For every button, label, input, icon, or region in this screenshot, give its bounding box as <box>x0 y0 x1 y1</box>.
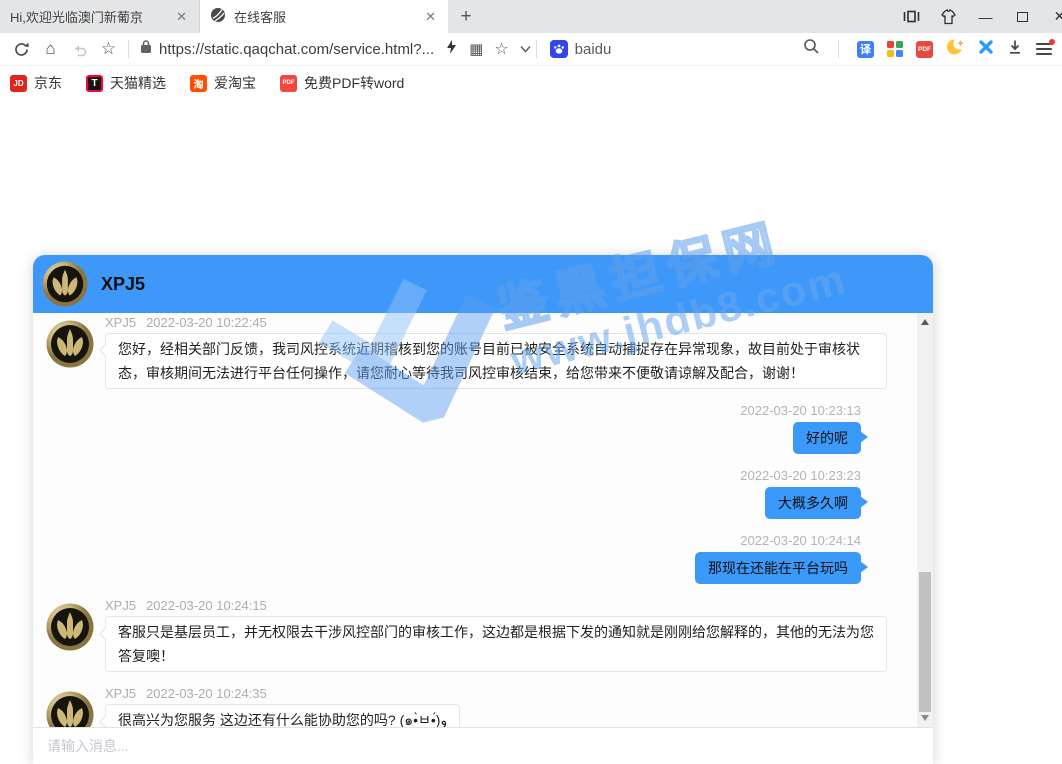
new-tab-button[interactable]: + <box>448 0 484 33</box>
grid-icon[interactable]: ▦ <box>469 40 483 58</box>
chat-input-area <box>33 727 933 764</box>
agent-avatar <box>42 261 88 307</box>
chat-messages: XPJ5 2022-03-20 10:22:45 您好，经相关部门反馈，我司风控… <box>33 313 933 727</box>
url-text[interactable]: https://static.qaqchat.com/service.html?… <box>159 41 434 58</box>
bookmark-item[interactable]: T 天猫精选 <box>86 73 166 93</box>
page-content: XPJ5 XPJ5 2022-03-20 10:22:45 您好，经相关部门反馈… <box>0 100 1062 764</box>
agent-avatar <box>46 603 94 651</box>
menu-icon[interactable] <box>1036 43 1052 55</box>
message-time: 2022-03-20 10:23:13 <box>33 403 861 418</box>
palette-icon[interactable] <box>887 41 903 57</box>
message-bubble: 很高兴为您服务 这边还有什么能协助您的吗? (๑•̀ㅂ•́)و <box>105 704 460 727</box>
search-icon[interactable] <box>803 38 820 60</box>
message-time: 2022-03-20 10:24:35 <box>146 686 267 701</box>
scroll-up-icon[interactable] <box>921 319 929 325</box>
bookmarks-list: JD 京东 T 天猫精选 淘 爱淘宝 PDF 免费PDF转word <box>10 73 404 93</box>
side-panel-icon[interactable] <box>893 0 930 33</box>
globe-favicon-icon <box>210 7 226 26</box>
bookmarks-bar: JD 京东 T 天猫精选 淘 爱淘宝 PDF 免费PDF转word <box>0 66 1062 100</box>
message-bubble: 您好，经相关部门反馈，我司风控系统近期稽核到您的账号目前已被安全系统自动捕捉存在… <box>105 333 887 389</box>
bookmark-item[interactable]: JD 京东 <box>10 73 62 93</box>
agent-avatar <box>46 320 94 368</box>
back-button[interactable]: ‹ <box>0 39 7 59</box>
bookmark-label: 免费PDF转word <box>304 73 404 93</box>
user-message: 2022-03-20 10:23:23 大概多久啊 <box>33 468 897 519</box>
search-engine-label: baidu <box>575 41 612 58</box>
agent-avatar <box>46 691 94 727</box>
agent-message: XPJ5 2022-03-20 10:24:15 客服只是基层员工，并无权限去干… <box>33 598 897 672</box>
chevron-down-icon[interactable] <box>520 40 531 58</box>
url-action-icons: ▦ ☆ <box>444 39 531 60</box>
baidu-paw-icon <box>550 40 568 58</box>
translate-icon[interactable]: 译 <box>857 41 874 58</box>
lock-icon <box>140 39 152 59</box>
message-meta: XPJ5 2022-03-20 10:22:45 <box>105 315 897 330</box>
tab-welcome[interactable]: Hi,欢迎光临澳门新葡京 ✕ <box>0 0 200 33</box>
bookmark-favicon: T <box>86 75 103 92</box>
home-icon[interactable]: ⌂ <box>36 39 65 59</box>
divider <box>128 40 129 58</box>
message-meta: XPJ5 2022-03-20 10:24:35 <box>105 686 897 701</box>
screenshot-scissors-icon[interactable] <box>978 39 994 60</box>
bookmark-favicon: JD <box>10 75 27 92</box>
bookmark-favicon: 淘 <box>190 75 207 92</box>
notification-dot <box>1049 39 1055 45</box>
bookmark-item[interactable]: 淘 爱淘宝 <box>190 73 256 93</box>
address-bar: ‹ ⌂ ☆ https://static.qaqchat.com/service… <box>0 33 1062 66</box>
message-time: 2022-03-20 10:23:23 <box>33 468 861 483</box>
message-meta: XPJ5 2022-03-20 10:24:15 <box>105 598 897 613</box>
message-sender: XPJ5 <box>105 598 136 613</box>
close-icon[interactable]: ✕ <box>423 9 438 25</box>
user-message: 2022-03-20 10:24:14 那现在还能在平台玩吗 <box>33 533 897 584</box>
divider <box>838 40 839 58</box>
bookmark-label: 天猫精选 <box>110 73 166 93</box>
minimize-button[interactable]: — <box>967 0 1004 33</box>
message-input[interactable] <box>47 738 887 754</box>
agent-message: XPJ5 2022-03-20 10:22:45 您好，经相关部门反馈，我司风控… <box>33 315 897 389</box>
tab-online-service[interactable]: 在线客服 ✕ <box>200 0 448 33</box>
message-bubble: 那现在还能在平台玩吗 <box>695 552 861 584</box>
undo-icon[interactable] <box>65 42 94 57</box>
message-time: 2022-03-20 10:24:14 <box>33 533 861 548</box>
message-sender: XPJ5 <box>105 686 136 701</box>
message-time: 2022-03-20 10:22:45 <box>146 315 267 330</box>
bookmark-star-icon[interactable]: ☆ <box>494 39 508 59</box>
agent-message: XPJ5 2022-03-20 10:24:35 很高兴为您服务 这边还有什么能… <box>33 686 897 727</box>
close-window-button[interactable]: ✕ <box>1041 0 1062 33</box>
chat-agent-title: XPJ5 <box>101 274 145 295</box>
pdf-tool-icon[interactable]: PDF <box>916 41 933 58</box>
message-bubble: 好的呢 <box>793 422 861 454</box>
bookmark-item[interactable]: PDF 免费PDF转word <box>280 73 404 93</box>
window-controls: — ✕ <box>893 0 1062 33</box>
chat-header: XPJ5 <box>33 255 933 313</box>
scroll-down-icon[interactable] <box>921 715 929 721</box>
tab-title: 在线客服 <box>234 7 415 26</box>
bookmark-label: 爱淘宝 <box>214 73 256 93</box>
close-icon[interactable]: ✕ <box>174 9 189 25</box>
url-box[interactable]: https://static.qaqchat.com/service.html?… <box>140 39 434 59</box>
lightning-icon[interactable] <box>444 39 458 60</box>
message-bubble: 客服只是基层员工，并无权限去干涉风控部门的审核工作，这边都是根据下发的通知就是刚… <box>105 616 887 672</box>
night-mode-moon-icon[interactable] <box>946 38 965 61</box>
message-time: 2022-03-20 10:24:15 <box>146 598 267 613</box>
chat-body: XPJ5 2022-03-20 10:22:45 您好，经相关部门反馈，我司风控… <box>33 313 933 727</box>
bookmark-favicon: PDF <box>280 75 297 92</box>
browser-tab-bar: Hi,欢迎光临澳门新葡京 ✕ 在线客服 ✕ + — ✕ <box>0 0 1062 33</box>
tab-title: Hi,欢迎光临澳门新葡京 <box>10 7 166 26</box>
browser-toolbar: 译 PDF <box>803 38 1062 61</box>
theme-skin-icon[interactable] <box>930 0 967 33</box>
message-sender: XPJ5 <box>105 315 136 330</box>
download-icon[interactable] <box>1007 39 1023 60</box>
refresh-icon[interactable] <box>7 41 36 58</box>
scrollbar-thumb[interactable] <box>919 572 931 712</box>
user-message: 2022-03-20 10:23:13 好的呢 <box>33 403 897 454</box>
maximize-button[interactable] <box>1004 0 1041 33</box>
chat-widget: XPJ5 XPJ5 2022-03-20 10:22:45 您好，经相关部门反馈… <box>33 255 933 764</box>
favorite-star-icon[interactable]: ☆ <box>94 39 123 59</box>
divider <box>536 40 537 58</box>
search-engine-chip[interactable]: baidu <box>550 40 612 58</box>
bookmark-label: 京东 <box>34 73 62 93</box>
message-bubble: 大概多久啊 <box>765 487 861 519</box>
chat-scrollbar[interactable] <box>917 313 933 727</box>
